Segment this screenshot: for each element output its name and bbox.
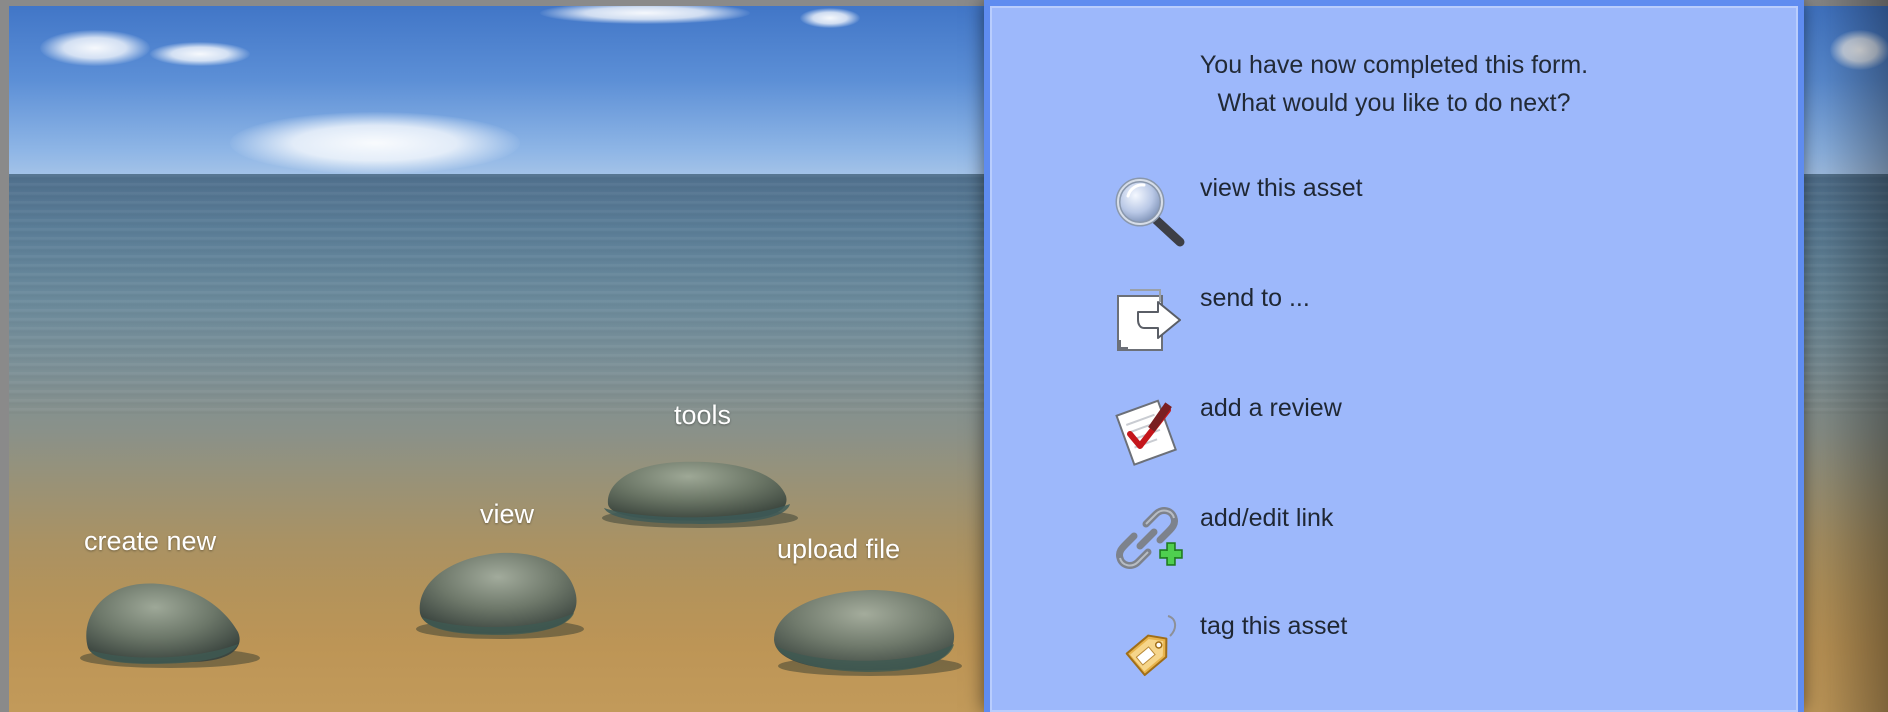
cloud bbox=[800, 8, 860, 28]
tag-this-asset-label: tag this asset bbox=[1200, 612, 1348, 640]
magnifier-icon bbox=[1115, 177, 1185, 247]
view-this-asset-action[interactable]: view this asset bbox=[1110, 172, 1710, 254]
tag-this-asset-action[interactable]: tag this asset bbox=[1110, 610, 1710, 692]
tools-stone[interactable]: tools bbox=[600, 400, 800, 530]
add-a-review-label: add a review bbox=[1200, 394, 1342, 422]
stone-icon bbox=[774, 590, 962, 676]
cloud bbox=[230, 112, 520, 174]
completion-dialog: You have now completed this form. What w… bbox=[984, 0, 1804, 712]
window-frame bbox=[0, 0, 9, 712]
create-new-label: create new bbox=[84, 526, 217, 556]
add-a-review-action[interactable]: add a review bbox=[1110, 392, 1710, 474]
cloud bbox=[150, 42, 250, 66]
dialog-message: You have now completed this form. What w… bbox=[990, 46, 1798, 122]
create-new-stone[interactable]: create new bbox=[70, 520, 270, 670]
stone-icon bbox=[602, 461, 798, 528]
dialog-message-line1: You have now completed this form. bbox=[1199, 51, 1589, 79]
view-this-asset-label: view this asset bbox=[1200, 174, 1363, 202]
review-checkmark-icon bbox=[1115, 399, 1177, 466]
send-to-action[interactable]: send to ... bbox=[1110, 282, 1710, 364]
stone-icon bbox=[80, 583, 260, 668]
view-label: view bbox=[480, 499, 535, 529]
upload-file-stone[interactable]: upload file bbox=[770, 530, 970, 680]
chain-link-add-icon bbox=[1116, 507, 1183, 569]
add-edit-link-label: add/edit link bbox=[1200, 504, 1334, 532]
cloud bbox=[40, 30, 150, 66]
upload-file-label: upload file bbox=[777, 534, 901, 564]
send-to-label: send to ... bbox=[1200, 284, 1310, 312]
tools-label: tools bbox=[674, 400, 732, 430]
view-stone[interactable]: view bbox=[410, 495, 590, 645]
price-tag-icon bbox=[1125, 615, 1176, 677]
add-edit-link-action[interactable]: add/edit link bbox=[1110, 502, 1710, 584]
send-document-icon bbox=[1117, 289, 1181, 351]
shadow bbox=[1808, 0, 1888, 712]
stone-icon bbox=[416, 552, 584, 639]
dialog-message-line2: What would you like to do next? bbox=[1217, 89, 1571, 117]
